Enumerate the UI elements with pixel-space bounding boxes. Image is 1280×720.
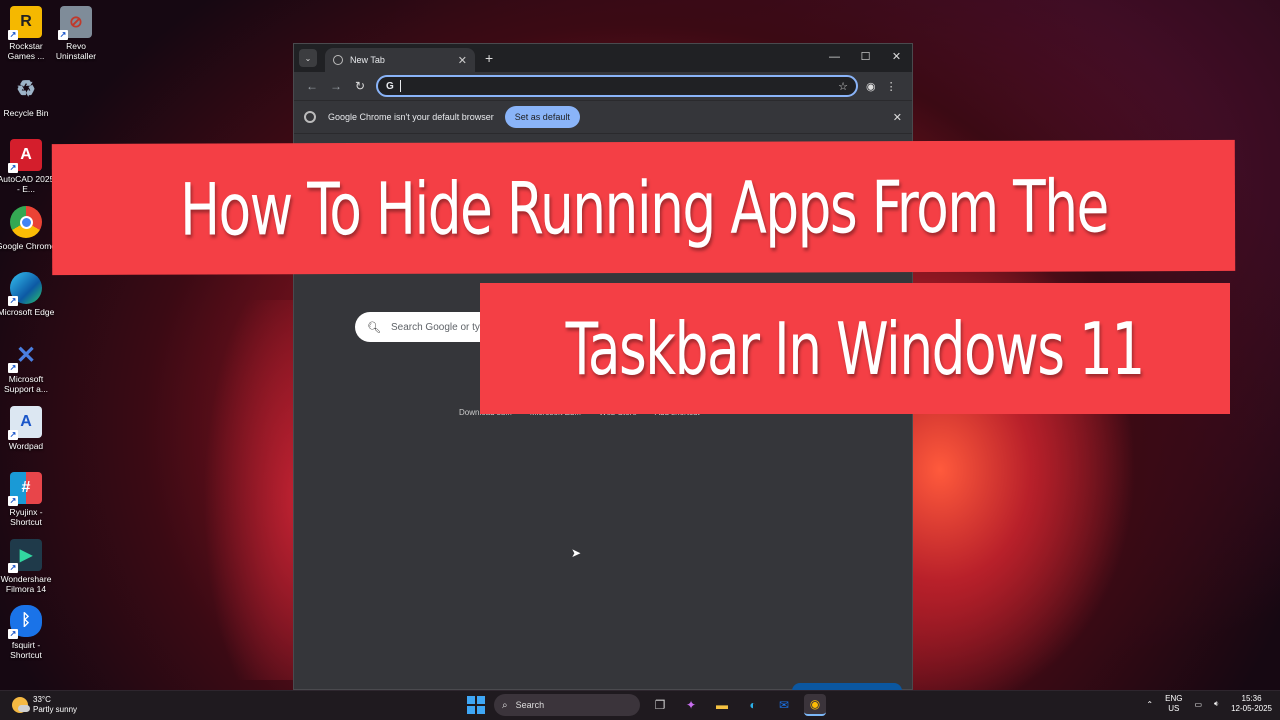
taskbar: 33°C Partly sunny ⌕ Search ❐ ✦ ▬ ◐ ✉ ◉ ⌃…	[0, 690, 1280, 720]
partly-sunny-icon	[12, 697, 30, 713]
title-line1: How To Hide Running Apps From The	[179, 163, 1108, 252]
network-icon[interactable]: ▭	[1194, 700, 1202, 709]
reload-icon[interactable]: ↻	[348, 79, 372, 93]
desktop-icon-rockstar[interactable]: R ↗ Rockstar Games ...	[0, 6, 52, 61]
bookmark-star-icon[interactable]: ☆	[838, 80, 848, 93]
tab-search-button[interactable]: ⌄	[299, 49, 317, 67]
window-controls: — ☐ ✕	[819, 44, 912, 72]
ryujinx-icon: # ↗	[8, 472, 42, 506]
desktop-icon-label: AutoCAD 2025 - E...	[0, 174, 55, 194]
wallpaper-glow-left	[150, 300, 310, 680]
text-caret	[399, 80, 401, 92]
autocad-icon: A ↗	[8, 139, 42, 173]
volume-icon[interactable]: 🔉︎	[1214, 699, 1219, 709]
search-icon: ⌕	[502, 699, 508, 711]
minimize-button[interactable]: —	[819, 44, 850, 72]
recycle-bin-icon: ♻	[16, 76, 36, 101]
file-explorer-icon[interactable]: ▬	[711, 694, 733, 716]
chrome-tab-icon	[333, 55, 343, 65]
close-window-button[interactable]: ✕	[881, 44, 912, 72]
desktop-icon-label: Ryujinx - Shortcut	[9, 507, 43, 527]
bluetooth-icon: ᛒ ↗	[8, 605, 42, 639]
taskbar-search-label: Search	[515, 700, 545, 710]
close-infobar-icon[interactable]: ✕	[893, 111, 902, 124]
weather-temp: 33°C	[33, 695, 51, 704]
mouse-cursor-icon: ➤	[571, 546, 582, 560]
chrome-icon	[10, 206, 42, 238]
desktop-icon-wordpad[interactable]: A ↗ Wordpad	[0, 406, 52, 451]
chevron-up-icon[interactable]: ⌃	[1146, 700, 1153, 709]
outlook-icon[interactable]: ✉	[773, 694, 795, 716]
desktop-icon-edge[interactable]: ↗ Microsoft Edge	[0, 272, 54, 317]
task-view-icon[interactable]: ❐	[649, 694, 671, 716]
desktop-icon-recycle-bin[interactable]: ♻ Recycle Bin	[0, 73, 52, 118]
maximize-button[interactable]: ☐	[850, 44, 881, 72]
system-tray: ⌃ ENG US ▭ 🔉︎ 15:36 12-05-2025	[1146, 694, 1272, 714]
language-indicator[interactable]: ENG US	[1165, 694, 1182, 714]
tab-new-tab[interactable]: New Tab ✕	[325, 48, 475, 72]
taskbar-search[interactable]: ⌕ Search	[494, 694, 640, 716]
desktop-icon-autocad[interactable]: A ↗ AutoCAD 2025 - E...	[0, 139, 54, 194]
default-browser-infobar: Google Chrome isn't your default browser…	[294, 100, 912, 134]
desktop-icon-label: Microsoft Edge	[0, 307, 55, 317]
address-bar[interactable]: G ☆	[376, 75, 858, 97]
clock[interactable]: 15:36 12-05-2025	[1231, 694, 1272, 714]
desktop-icon-filmora[interactable]: ▶ ↗ Wondershare Filmora 14	[0, 539, 52, 594]
filmora-icon: ▶ ↗	[8, 539, 42, 573]
weather-desc: Partly sunny	[33, 705, 78, 714]
desktop-icon-label: Wordpad	[8, 441, 44, 451]
taskbar-apps: ⌕ Search ❐ ✦ ▬ ◐ ✉ ◉	[467, 694, 826, 716]
desktop-icon-revo[interactable]: ⊘ ↗ Revo Uninstaller	[50, 6, 102, 61]
close-tab-icon[interactable]: ✕	[458, 54, 467, 67]
clock-time: 15:36	[1241, 694, 1262, 703]
desktop-icon-fsquirt[interactable]: ᛒ ↗ fsquirt - Shortcut	[0, 605, 52, 660]
revo-uninstaller-icon: ⊘ ↗	[58, 6, 92, 40]
clock-date: 12-05-2025	[1231, 704, 1272, 713]
back-icon[interactable]: ←	[300, 79, 324, 93]
title-banner-line2: Taskbar In Windows 11	[480, 283, 1230, 414]
browser-toolbar: ← → ↻ G ☆ ◉ ⋮	[294, 72, 912, 100]
desktop-icon-label: fsquirt - Shortcut	[10, 640, 42, 660]
chrome-info-icon	[304, 111, 316, 123]
desktop-icon-label: Google Chrome	[0, 241, 57, 251]
desktop-icon-chrome[interactable]: Google Chrome	[0, 206, 56, 251]
edge-icon[interactable]: ◐	[742, 694, 764, 716]
desktop-icon-label: Recycle Bin	[3, 108, 49, 118]
google-g-icon: G	[386, 80, 394, 92]
weather-widget[interactable]: 33°C Partly sunny	[12, 695, 77, 715]
forward-icon[interactable]: →	[324, 79, 348, 93]
toolbar-right: ◉ ⋮	[866, 80, 897, 93]
desktop-icon-label: Microsoft Support a...	[4, 374, 48, 394]
chrome-taskbar-icon[interactable]: ◉	[804, 694, 826, 716]
microsoft-support-icon: ✕ ↗	[8, 341, 37, 373]
title-line2: Taskbar In Windows 11	[565, 306, 1146, 391]
infobar-text: Google Chrome isn't your default browser	[328, 112, 494, 122]
desktop-icon-ms-support[interactable]: ✕ ↗ Microsoft Support a...	[0, 339, 52, 395]
tab-title: New Tab	[350, 55, 385, 65]
profile-icon[interactable]: ◉	[866, 80, 876, 93]
desktop-icons: R ↗ Rockstar Games ... ⊘ ↗ Revo Uninstalle…	[0, 0, 110, 690]
menu-kebab-icon[interactable]: ⋮	[886, 80, 897, 93]
tab-strip: ⌄ New Tab ✕ + — ☐ ✕	[294, 44, 912, 72]
wordpad-icon: A ↗	[8, 406, 42, 440]
set-as-default-button[interactable]: Set as default	[504, 106, 580, 128]
search-icon: 🔍︎	[367, 321, 381, 334]
copilot-icon[interactable]: ✦	[680, 694, 702, 716]
title-banner-line1: How To Hide Running Apps From The	[51, 139, 1236, 276]
ntp-search-placeholder: Search Google or ty	[390, 321, 480, 333]
new-tab-button[interactable]: +	[485, 50, 493, 66]
desktop-icon-ryujinx[interactable]: # ↗ Ryujinx - Shortcut	[0, 472, 52, 527]
rockstar-icon: R ↗	[8, 6, 42, 40]
desktop-icon-label: Revo Uninstaller	[55, 41, 97, 61]
edge-icon: ↗	[8, 272, 42, 306]
desktop-icon-label: Wondershare Filmora 14	[0, 574, 52, 594]
start-button[interactable]	[467, 696, 485, 714]
